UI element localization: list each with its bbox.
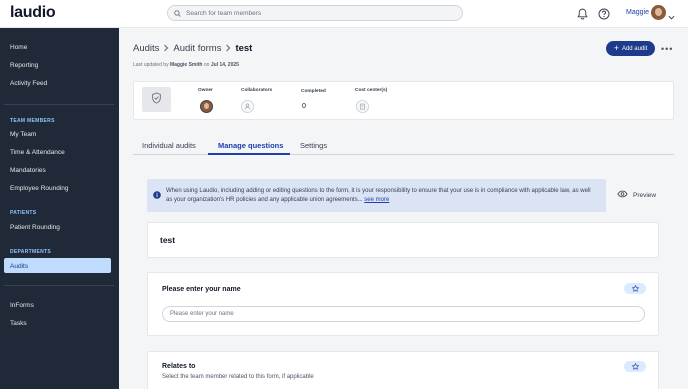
sidebar-section-patients: PATIENTS (10, 210, 37, 216)
compliance-notice: When using Laudio, including adding or e… (147, 179, 606, 212)
tab-bar: Individual audits Manage questions Setti… (133, 137, 674, 155)
form-thumbnail (142, 87, 171, 112)
sidebar-item-home[interactable]: Home (10, 44, 27, 51)
updated-by: Maggie Smith (169, 62, 203, 68)
completed-label: Completed (301, 89, 326, 94)
cost-center-label: Cost center(s) (355, 88, 388, 93)
sidebar-section-departments: DEPARTMENTS (10, 249, 51, 255)
sidebar-item-activity-feed[interactable]: Activity Feed (10, 80, 47, 87)
sidebar-item-time-attendance[interactable]: Time & Attendance (10, 149, 65, 156)
help-icon[interactable] (598, 7, 610, 25)
name-input[interactable]: Please enter your name (162, 306, 645, 322)
form-title: test (160, 235, 176, 245)
sidebar-divider (4, 104, 114, 105)
preview-button[interactable]: Preview (617, 190, 656, 200)
eye-icon (617, 190, 628, 200)
sidebar-item-patient-rounding[interactable]: Patient Rounding (10, 224, 60, 231)
name-input-placeholder: Please enter your name (170, 311, 234, 317)
tab-manage-questions[interactable]: Manage questions (218, 141, 283, 150)
star-icon[interactable] (624, 361, 646, 372)
breadcrumb: Audits Audit forms test (133, 43, 252, 54)
chevron-right-icon (225, 44, 231, 54)
see-more-link[interactable]: see more (364, 197, 389, 203)
question-subtitle: Select the team member related to this f… (162, 374, 314, 380)
laudio-logo[interactable]: laudio (10, 4, 56, 22)
info-icon (153, 186, 161, 204)
question-title: Please enter your name (162, 286, 241, 293)
search-placeholder: Search for team members (186, 9, 262, 17)
question-card[interactable]: Please enter your name Please enter your… (147, 272, 659, 336)
form-info-card: Owner Collaborators Completed 0 Cost cen… (133, 81, 674, 120)
tab-individual-audits[interactable]: Individual audits (142, 141, 196, 150)
form-title-card[interactable]: test (147, 222, 659, 258)
breadcrumb-audit-forms[interactable]: Audit forms (173, 43, 221, 54)
question-card[interactable]: Relates to Select the team member relate… (147, 351, 659, 389)
sidebar-item-mandatories[interactable]: Mandatories (10, 167, 46, 174)
sidebar-item-employee-rounding[interactable]: Employee Rounding (10, 185, 69, 192)
completed-count: 0 (302, 103, 306, 110)
chevron-right-icon (163, 44, 169, 54)
shield-check-icon (151, 91, 162, 109)
tab-settings[interactable]: Settings (300, 141, 327, 150)
page-title: test (235, 43, 253, 54)
owner-avatar[interactable] (200, 100, 213, 113)
building-icon[interactable] (356, 100, 369, 113)
sidebar-section-team-members: TEAM MEMBERS (10, 118, 55, 124)
bell-icon[interactable] (577, 7, 588, 25)
search-icon (174, 4, 181, 22)
user-name[interactable]: Maggie (626, 9, 649, 16)
sidebar-divider (4, 285, 114, 286)
more-options-icon[interactable]: ••• (661, 44, 673, 54)
breadcrumb-audits[interactable]: Audits (133, 43, 159, 54)
search-input[interactable]: Search for team members (167, 5, 463, 21)
last-updated-text: Last updated by Maggie Smith on Jul 14, … (133, 62, 239, 68)
question-title: Relates to (162, 363, 196, 370)
sidebar-item-tasks[interactable]: Tasks (10, 320, 27, 327)
sidebar-item-reporting[interactable]: Reporting (10, 62, 38, 69)
owner-label: Owner (198, 88, 213, 93)
active-tab-indicator (208, 153, 290, 155)
sidebar-item-informs[interactable]: InForms (10, 302, 34, 309)
sidebar-item-label: Audits (10, 263, 29, 270)
chevron-down-icon[interactable] (668, 8, 675, 26)
star-icon[interactable] (624, 283, 646, 294)
sidebar: Home Reporting Activity Feed TEAM MEMBER… (0, 28, 119, 389)
add-audit-button[interactable]: + Add audit (606, 41, 655, 56)
sidebar-item-my-team[interactable]: My Team (10, 131, 36, 138)
updated-date: Jul 14, 2025 (210, 62, 239, 68)
plus-icon: + (613, 43, 619, 53)
top-bar: laudio Search for team members Maggie (0, 0, 688, 28)
collaborators-label: Collaborators (241, 88, 273, 93)
add-collaborator-icon[interactable] (241, 100, 254, 113)
avatar[interactable] (651, 5, 666, 20)
